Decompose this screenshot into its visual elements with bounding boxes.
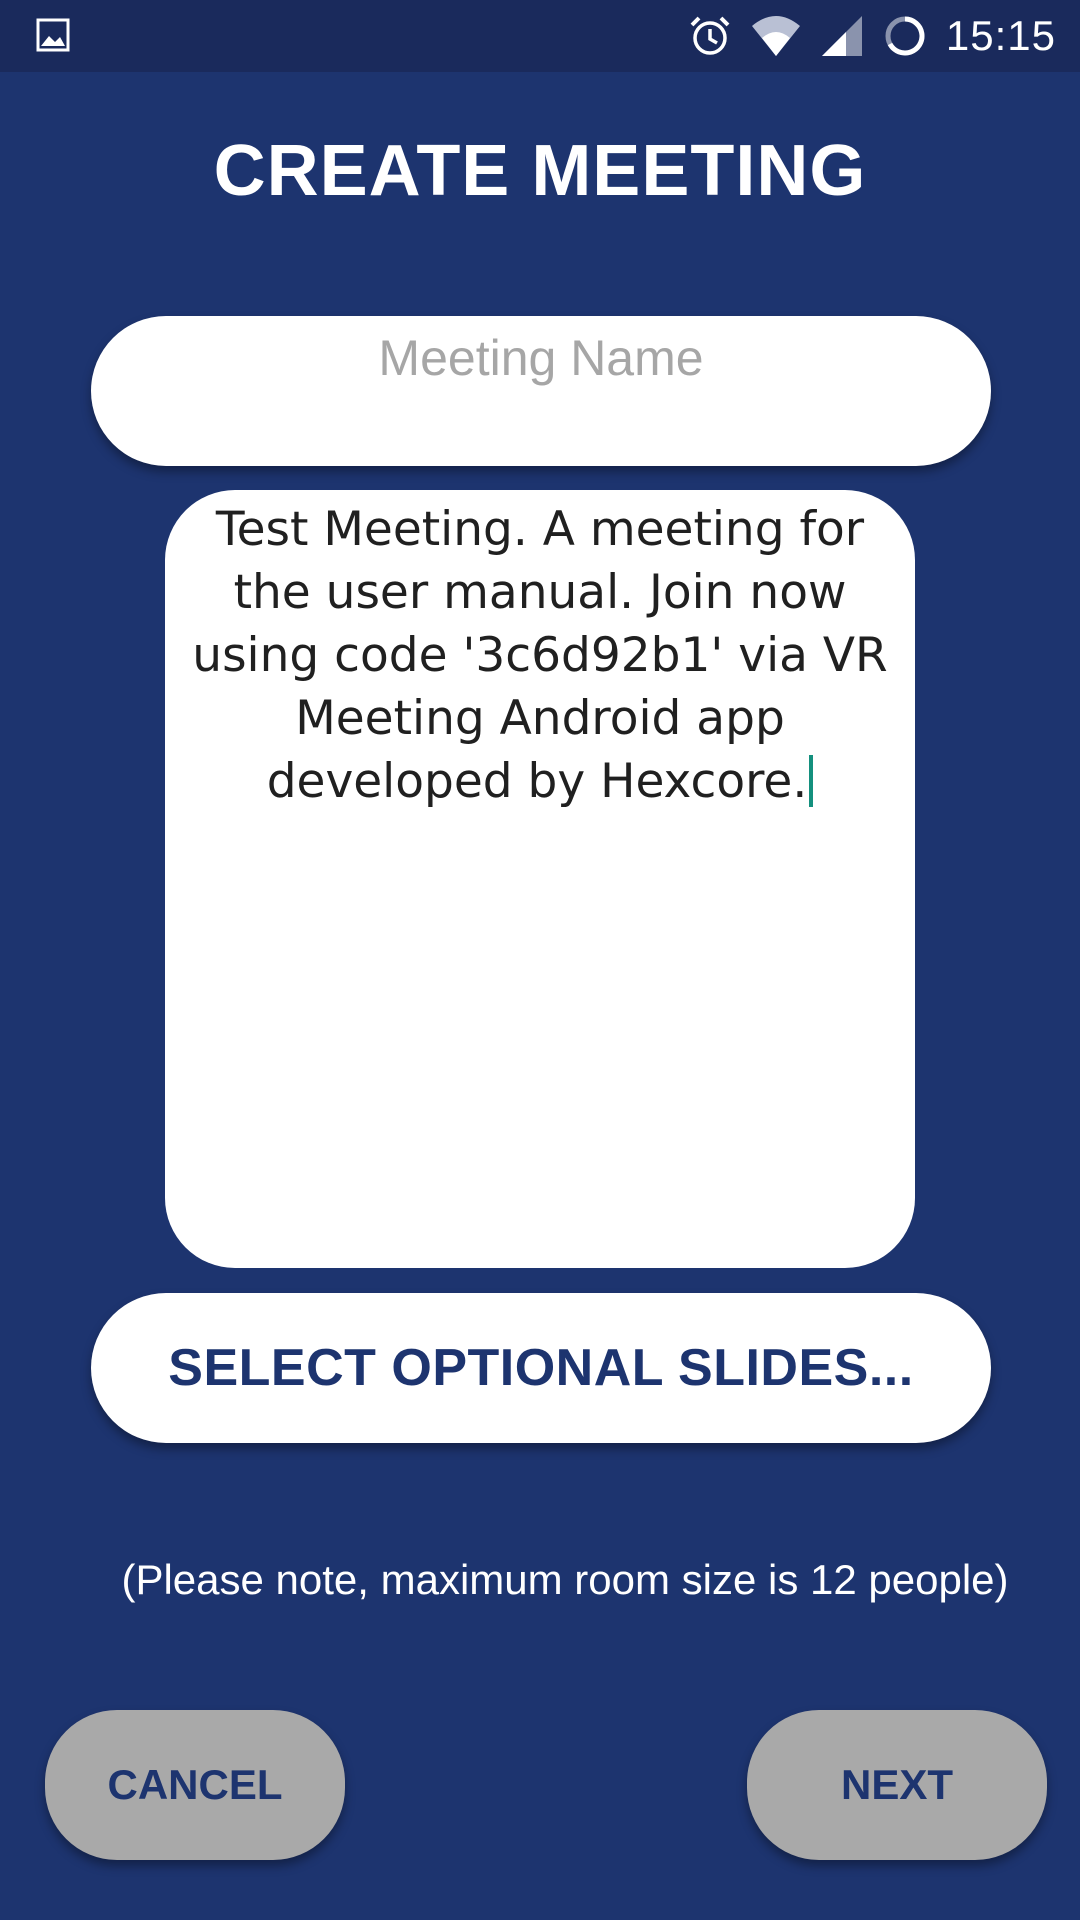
wifi-icon [751, 16, 800, 56]
text-cursor [809, 755, 814, 807]
select-slides-button[interactable]: SELECT OPTIONAL SLIDES... [91, 1293, 991, 1443]
status-bar: 15:15 [0, 0, 1080, 72]
alarm-icon [690, 16, 730, 55]
meeting-description-value: Test Meeting. A meeting for the user man… [192, 502, 888, 809]
room-size-note: (Please note, maximum room size is 12 pe… [121, 1556, 1009, 1603]
next-button[interactable]: NEXT [747, 1710, 1047, 1860]
meeting-description-field[interactable]: Test Meeting. A meeting for the user man… [165, 490, 915, 1268]
sync-icon [885, 16, 925, 56]
meeting-description-text[interactable]: Test Meeting. A meeting for the user man… [189, 498, 891, 813]
meeting-name-input[interactable] [91, 316, 991, 466]
page-title: CREATE MEETING [213, 131, 867, 211]
image-icon [36, 18, 70, 52]
status-time: 15:15 [945, 12, 1056, 59]
status-icons: 15:15 [688, 0, 1056, 72]
signal-icon [821, 16, 862, 56]
cancel-button[interactable]: CANCEL [45, 1710, 345, 1860]
meeting-name-field[interactable] [91, 316, 991, 466]
